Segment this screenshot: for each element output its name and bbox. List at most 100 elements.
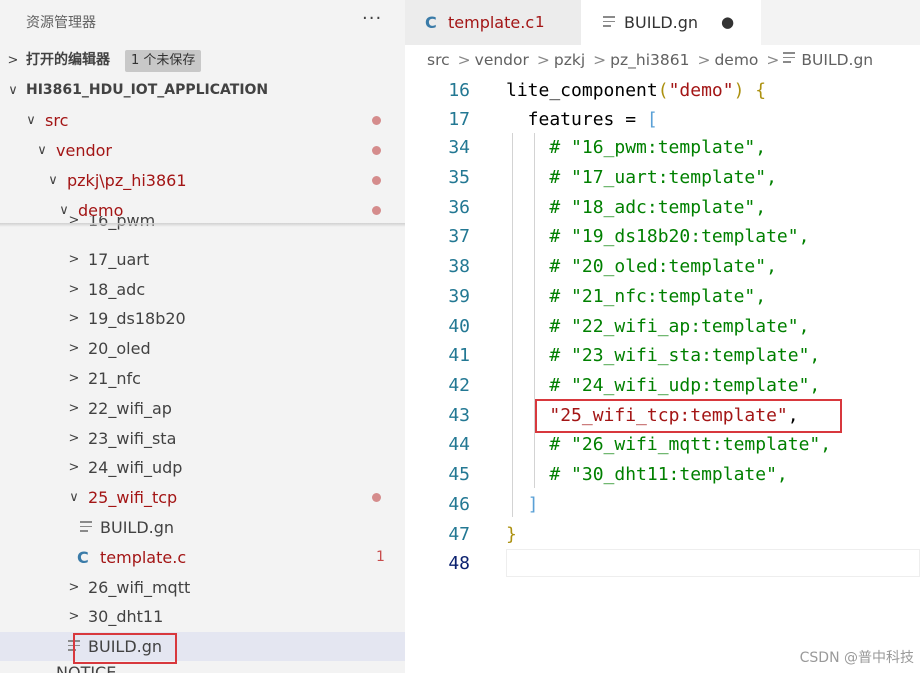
chevron-right-icon: > bbox=[68, 609, 80, 624]
tree-item-label: src bbox=[45, 111, 69, 130]
file-lines-icon bbox=[783, 52, 796, 65]
code-line: 39 # "21_nfc:template", bbox=[405, 282, 920, 312]
tree-item-template-c[interactable]: C template.c 1 bbox=[0, 543, 405, 572]
tree-item-build-gn-25[interactable]: BUILD.gn bbox=[0, 513, 405, 542]
watermark: CSDN @普中科技 bbox=[799, 650, 914, 666]
code-line: 36 # "18_adc:template", bbox=[405, 193, 920, 223]
tree-item-17-uart[interactable]: > 17_uart bbox=[0, 245, 405, 274]
tab-label: template.c bbox=[448, 13, 535, 32]
code-text: } bbox=[506, 520, 517, 550]
breadcrumb-item[interactable]: pzkj bbox=[554, 51, 585, 69]
line-number: 44 bbox=[448, 434, 470, 455]
breadcrumb-item[interactable]: src bbox=[427, 51, 450, 69]
tree-item-label: 24_wifi_udp bbox=[88, 458, 183, 477]
tree-item-19-ds18b20[interactable]: > 19_ds18b20 bbox=[0, 304, 405, 333]
tree-item-label: 18_adc bbox=[88, 280, 146, 299]
tree-item-notice[interactable]: NOTICE bbox=[0, 662, 405, 673]
modified-dot bbox=[372, 146, 381, 155]
tree-item-build-gn-demo[interactable]: BUILD.gn bbox=[0, 632, 405, 661]
c-file-icon: C bbox=[77, 548, 89, 567]
chevron-down-icon: ∨ bbox=[37, 143, 47, 158]
tree-item-label: pzkj\pz_hi3861 bbox=[67, 171, 187, 190]
chevron-down-icon: ∨ bbox=[48, 173, 58, 188]
tree-item-26-wifi-mqtt[interactable]: > 26_wifi_mqtt bbox=[0, 573, 405, 602]
breadcrumb-item[interactable]: demo bbox=[714, 51, 758, 69]
breadcrumb-item[interactable]: pz_hi3861 bbox=[610, 51, 689, 69]
code-string: "demo" bbox=[668, 80, 734, 101]
code-comment: # "20_oled:template", bbox=[506, 256, 777, 277]
breadcrumb-separator: > bbox=[536, 51, 550, 69]
unsaved-badge: 1 个未保存 bbox=[125, 50, 202, 72]
code-line: 35 # "17_uart:template", bbox=[405, 163, 920, 193]
code-line: 40 # "22_wifi_ap:template", bbox=[405, 312, 920, 342]
code-line: 16 lite_component("demo") { bbox=[405, 76, 920, 106]
problems-count: 1 bbox=[535, 13, 545, 31]
code-token: ( bbox=[657, 80, 669, 101]
code-comment: # "16_pwm:template", bbox=[506, 137, 767, 158]
chevron-right-icon: > bbox=[68, 341, 80, 356]
c-file-icon: C bbox=[425, 13, 437, 32]
tree-item-25-wifi-tcp[interactable]: ∨ 25_wifi_tcp bbox=[0, 483, 405, 512]
modified-dot bbox=[372, 206, 381, 215]
open-editors-label: 打开的编辑器 bbox=[26, 52, 110, 68]
tree-item-22-wifi-ap[interactable]: > 22_wifi_ap bbox=[0, 394, 405, 423]
chevron-right-icon: > bbox=[68, 282, 80, 297]
tab-template-c[interactable]: C template.c 1 bbox=[405, 0, 581, 45]
breadcrumb-item[interactable]: vendor bbox=[475, 51, 529, 69]
tree-item-label: 23_wifi_sta bbox=[88, 429, 177, 448]
tree-item-label: 22_wifi_ap bbox=[88, 399, 172, 418]
line-number: 40 bbox=[448, 316, 470, 337]
code-text: # "23_wifi_sta:template", bbox=[506, 341, 820, 371]
tree-item-30-dht11[interactable]: > 30_dht11 bbox=[0, 602, 405, 631]
line-number: 39 bbox=[448, 286, 470, 307]
breadcrumb: src > vendor > pzkj > pz_hi3861 > demo > BUILD.gn bbox=[427, 51, 877, 73]
line-number: 42 bbox=[448, 375, 470, 396]
tree-item-24-wifi-udp[interactable]: > 24_wifi_udp bbox=[0, 453, 405, 482]
tree-item-20-oled[interactable]: > 20_oled bbox=[0, 334, 405, 363]
file-lines-icon bbox=[603, 16, 615, 29]
project-folder[interactable]: ∨ HI3861_HDU_IOT_APPLICATION bbox=[0, 76, 405, 105]
more-actions-icon[interactable]: ··· bbox=[362, 8, 382, 29]
explorer-header: 资源管理器 ··· bbox=[0, 0, 405, 42]
code-comment: # "24_wifi_udp:template", bbox=[506, 375, 821, 396]
line-number: 37 bbox=[448, 226, 470, 247]
code-line: 17 features = [ bbox=[405, 105, 920, 135]
problems-count: 1 bbox=[376, 549, 385, 565]
sticky-scroll-shadow bbox=[0, 223, 405, 227]
code-text: # "30_dht11:template", bbox=[506, 460, 787, 490]
unsaved-dot-icon[interactable]: ● bbox=[721, 0, 734, 45]
tree-item-label: 30_dht11 bbox=[88, 607, 164, 626]
chevron-right-icon: > bbox=[7, 53, 19, 68]
line-number: 34 bbox=[448, 137, 470, 158]
breadcrumb-separator: > bbox=[766, 51, 780, 69]
code-text: # "21_nfc:template", bbox=[506, 282, 766, 312]
tree-item-18-adc[interactable]: > 18_adc bbox=[0, 275, 405, 304]
code-line: 46 ] bbox=[405, 490, 920, 520]
open-editors-section[interactable]: > 打开的编辑器 bbox=[0, 46, 405, 75]
chevron-right-icon: > bbox=[68, 431, 80, 446]
code-line: 42 # "24_wifi_udp:template", bbox=[405, 371, 920, 401]
tree-item-pzkj[interactable]: ∨ pzkj\pz_hi3861 bbox=[0, 166, 405, 195]
chevron-down-icon: ∨ bbox=[69, 490, 79, 505]
tree-item-src[interactable]: ∨ src bbox=[0, 106, 405, 135]
tree-item-23-wifi-sta[interactable]: > 23_wifi_sta bbox=[0, 424, 405, 453]
code-text: ] bbox=[506, 490, 539, 520]
code-token: [ bbox=[646, 109, 658, 130]
code-token: lite_component bbox=[506, 80, 658, 101]
breadcrumb-separator: > bbox=[697, 51, 711, 69]
chevron-down-icon: ∨ bbox=[26, 113, 36, 128]
code-line: 44 # "26_wifi_mqtt:template", bbox=[405, 430, 920, 460]
editor-area: C template.c 1 BUILD.gn ● src > vendor > pzk… bbox=[405, 0, 920, 673]
tab-build-gn[interactable]: BUILD.gn ● bbox=[581, 0, 761, 45]
tree-item-21-nfc[interactable]: > 21_nfc bbox=[0, 364, 405, 393]
breadcrumb-item[interactable]: BUILD.gn bbox=[801, 51, 873, 69]
code-line: 38 # "20_oled:template", bbox=[405, 252, 920, 282]
explorer-title: 资源管理器 bbox=[26, 15, 96, 31]
tree-item-vendor[interactable]: ∨ vendor bbox=[0, 136, 405, 165]
line-number: 43 bbox=[448, 405, 470, 426]
line-number: 48 bbox=[448, 553, 470, 574]
code-text: # "22_wifi_ap:template", bbox=[506, 312, 809, 342]
current-line-highlight bbox=[506, 549, 920, 577]
code-text: # "26_wifi_mqtt:template", bbox=[506, 430, 831, 460]
modified-dot bbox=[372, 116, 381, 125]
